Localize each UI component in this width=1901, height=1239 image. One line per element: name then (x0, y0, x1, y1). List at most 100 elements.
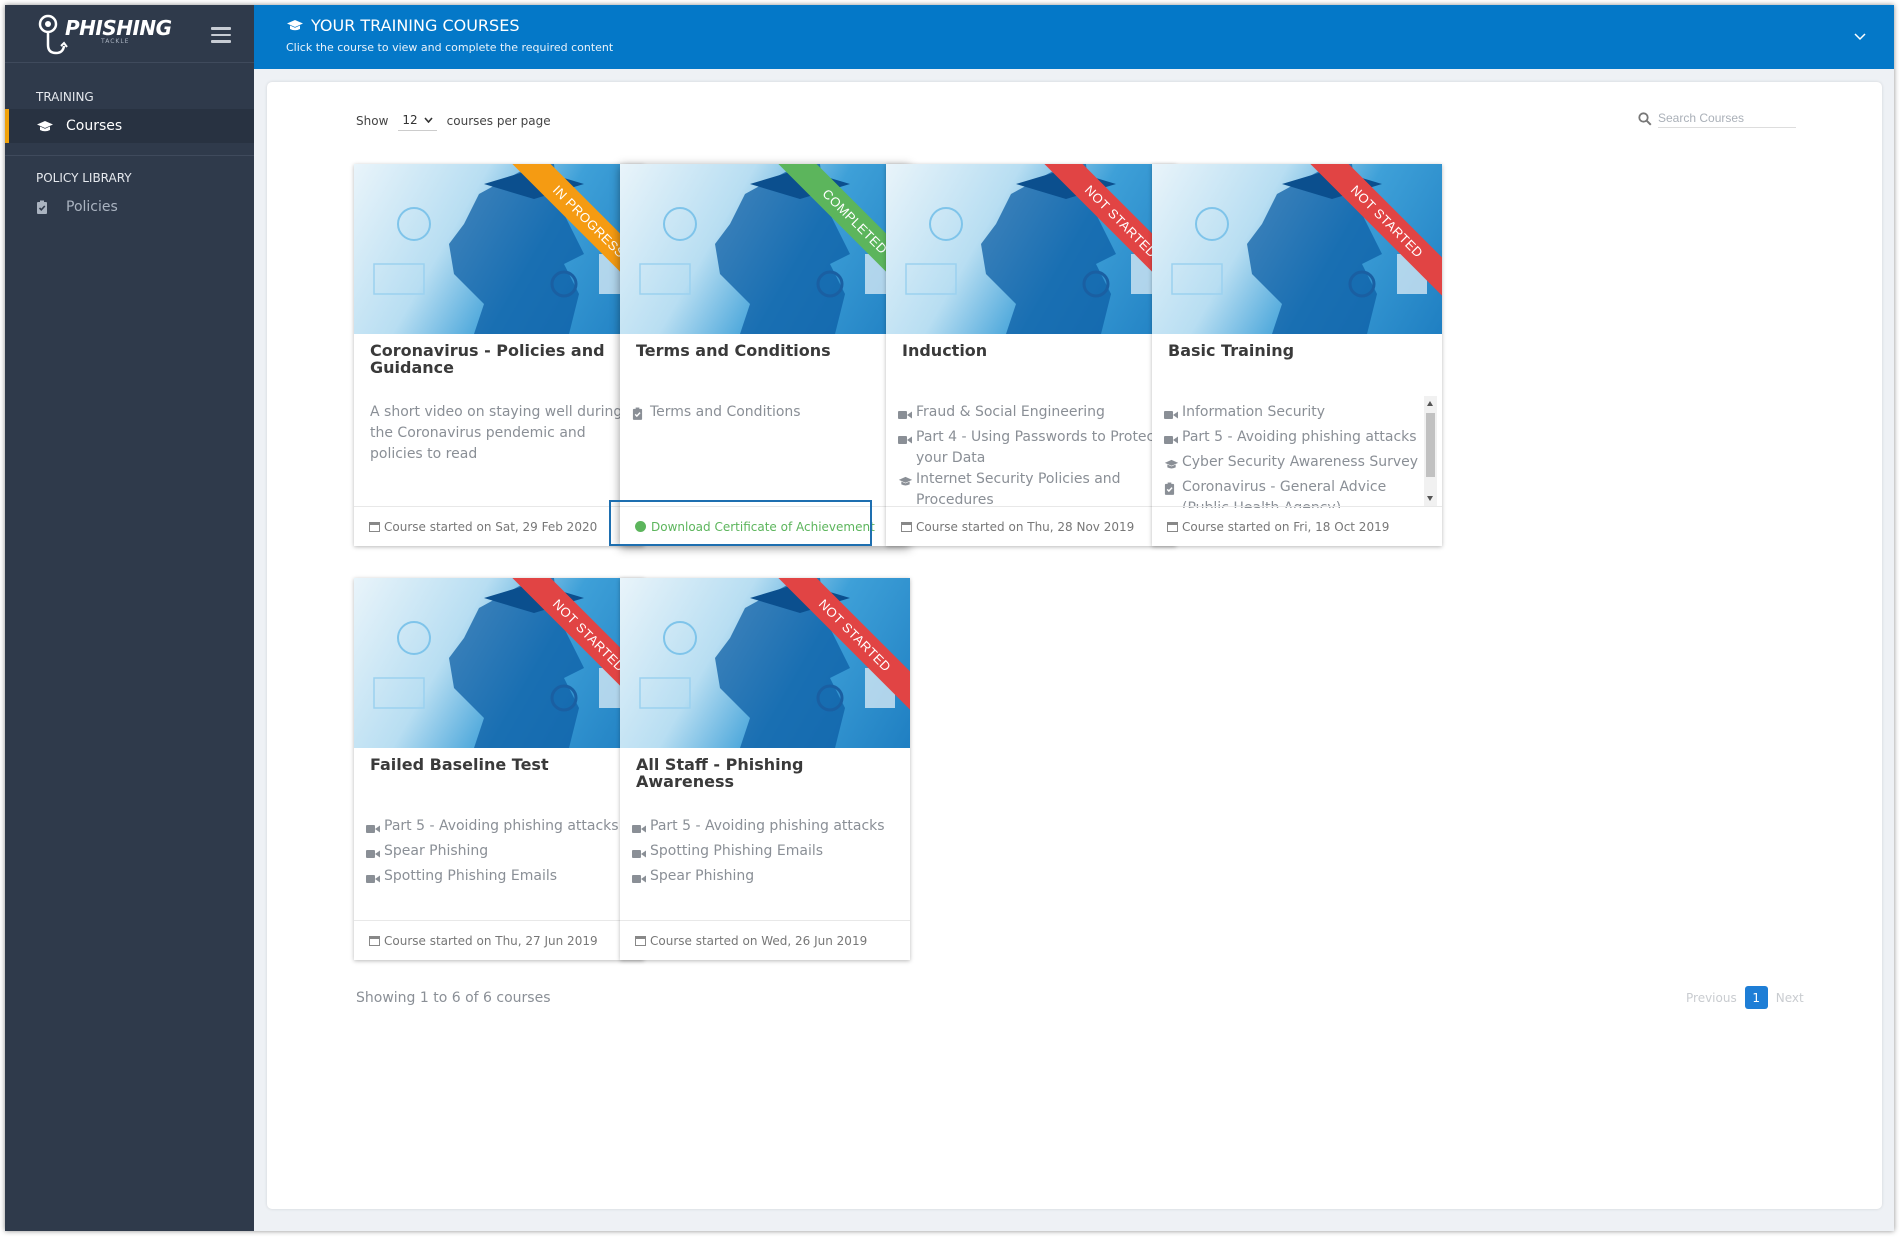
per-page-control: Show 12 courses per page (356, 111, 551, 131)
course-thumbnail: NOT STARTED (1152, 164, 1442, 334)
course-title: Induction (902, 341, 988, 360)
sidebar-item-label: Courses (66, 118, 123, 134)
nav-section-policy-library: POLICY LIBRARY (36, 171, 132, 185)
hamburger-line (211, 27, 231, 30)
hamburger-line (211, 40, 231, 43)
app-window: PHISHING TACKLE TRAINING Courses POLICY … (5, 5, 1894, 1231)
course-card[interactable]: NOT STARTED All Staff - Phishing Awarene… (620, 578, 910, 960)
content-item: Internet Security Policies and Procedure… (898, 469, 1160, 508)
per-page-suffix: courses per page (446, 114, 551, 128)
course-footer: Course started on Wed, 26 Jun 2019 (620, 920, 910, 960)
content-item: Part 5 - Avoiding phishing attacks (366, 816, 628, 841)
course-content-list: Terms and Conditions (632, 402, 894, 508)
sidebar-item-courses[interactable]: Courses (5, 109, 254, 143)
content-item-label: Cyber Security Awareness Survey (1182, 454, 1419, 470)
next-page-button[interactable]: Next (1776, 991, 1804, 1005)
page-1-button[interactable]: 1 (1744, 986, 1768, 1009)
course-started-text: Course started on Sat, 29 Feb 2020 (384, 519, 598, 534)
per-page-value: 12 (402, 113, 418, 127)
graduation-cap-icon (898, 473, 916, 508)
video-icon (1164, 431, 1182, 452)
video-icon (898, 431, 916, 469)
content-item-label: Spear Phishing (384, 843, 489, 859)
video-icon (632, 870, 650, 891)
clipboard-check-icon (1164, 481, 1182, 508)
pagination: Previous 1 Next (1686, 986, 1804, 1009)
course-thumbnail: NOT STARTED (620, 578, 910, 748)
content-item: Spear Phishing (366, 841, 628, 866)
per-page-select[interactable]: 12 (398, 111, 437, 131)
sidebar: PHISHING TACKLE TRAINING Courses POLICY … (5, 5, 254, 1231)
course-thumbnail: IN PROGRESS (354, 164, 644, 334)
certificate-text: Download Certificate of Achievement (651, 519, 875, 534)
download-certificate-link[interactable]: Download Certificate of Achievement (620, 506, 910, 546)
video-icon (1164, 406, 1182, 427)
course-footer: Course started on Thu, 28 Nov 2019 (886, 506, 1176, 546)
video-icon (366, 845, 384, 866)
course-description: A short video on staying well during the… (370, 404, 623, 462)
clipboard-check-icon (632, 406, 650, 427)
course-footer: Course started on Thu, 27 Jun 2019 (354, 920, 644, 960)
brand: PHISHING TACKLE (5, 5, 254, 63)
content-item: Part 5 - Avoiding phishing attacks (632, 816, 894, 841)
show-label: Show (356, 114, 389, 128)
video-icon (898, 406, 916, 427)
course-thumbnail: NOT STARTED (886, 164, 1176, 334)
graduation-cap-icon (287, 20, 303, 31)
video-icon (632, 820, 650, 841)
course-title: All Staff - Phishing Awareness (636, 755, 804, 791)
page-title-text: YOUR TRAINING COURSES (311, 16, 520, 35)
page-header: YOUR TRAINING COURSES Click the course t… (254, 5, 1894, 69)
content-item-label: Information Security (1182, 404, 1325, 420)
video-icon (366, 820, 384, 841)
content-item: Spotting Phishing Emails (366, 866, 628, 891)
course-card[interactable]: COMPLETED Terms and Conditions Terms and… (620, 164, 910, 546)
sidebar-divider (5, 155, 254, 156)
page-subtitle: Click the course to view and complete th… (286, 41, 614, 54)
content-item-label: Spotting Phishing Emails (650, 843, 824, 859)
page-title: YOUR TRAINING COURSES (286, 16, 519, 35)
course-card[interactable]: IN PROGRESS Coronavirus - Policies and G… (354, 164, 644, 546)
course-started-text: Course started on Thu, 27 Jun 2019 (384, 933, 598, 948)
course-thumbnail: COMPLETED (620, 164, 910, 334)
course-content-list: Fraud & Social Engineering Part 4 - Usin… (898, 402, 1160, 508)
course-thumbnail: NOT STARTED (354, 578, 644, 748)
search-input[interactable] (1658, 109, 1796, 128)
content-item-label: Part 5 - Avoiding phishing attacks (1182, 429, 1417, 445)
hamburger-line (211, 33, 231, 36)
calendar-icon (901, 522, 912, 532)
scroll-down-icon[interactable] (1427, 496, 1433, 501)
course-card[interactable]: NOT STARTED Induction Fraud & Social Eng… (886, 164, 1176, 546)
previous-page-button[interactable]: Previous (1686, 991, 1737, 1005)
search-icon (1638, 111, 1652, 126)
content-item-label: Fraud & Social Engineering (916, 404, 1105, 420)
clipboard-check-icon (36, 200, 56, 214)
calendar-icon (369, 936, 380, 946)
course-title: Terms and Conditions (636, 341, 831, 360)
brand-sub: TACKLE (101, 38, 130, 45)
content-item-label: Spotting Phishing Emails (384, 868, 558, 884)
content-item-label: Part 4 - Using Passwords to Protect your… (916, 429, 1160, 466)
content-item-label: Terms and Conditions (650, 404, 801, 420)
video-icon (366, 870, 384, 891)
chevron-down-icon (424, 117, 433, 123)
scroll-thumb[interactable] (1426, 413, 1435, 477)
brand-name: PHISHING (65, 16, 172, 40)
course-title: Failed Baseline Test (370, 755, 549, 774)
content-item-label: Spear Phishing (650, 868, 755, 884)
course-footer: Course started on Fri, 18 Oct 2019 (1152, 506, 1442, 546)
showing-count: Showing 1 to 6 of 6 courses (356, 990, 551, 1006)
chevron-down-icon[interactable] (1854, 31, 1866, 41)
menu-toggle-button[interactable] (211, 27, 231, 43)
content-scrollbar[interactable] (1424, 396, 1437, 506)
course-card[interactable]: NOT STARTED Basic Training Information S… (1152, 164, 1442, 546)
course-footer: Course started on Sat, 29 Feb 2020 (354, 506, 644, 546)
course-card[interactable]: NOT STARTED Failed Baseline Test Part 5 … (354, 578, 644, 960)
sidebar-item-policies[interactable]: Policies (5, 190, 254, 224)
course-content-list: Part 5 - Avoiding phishing attacks Spott… (632, 816, 894, 922)
calendar-icon (1167, 522, 1178, 532)
scroll-up-icon[interactable] (1427, 401, 1433, 406)
sidebar-item-label: Policies (66, 199, 118, 215)
content-item: Spear Phishing (632, 866, 894, 891)
content-item: Part 4 - Using Passwords to Protect your… (898, 427, 1160, 469)
